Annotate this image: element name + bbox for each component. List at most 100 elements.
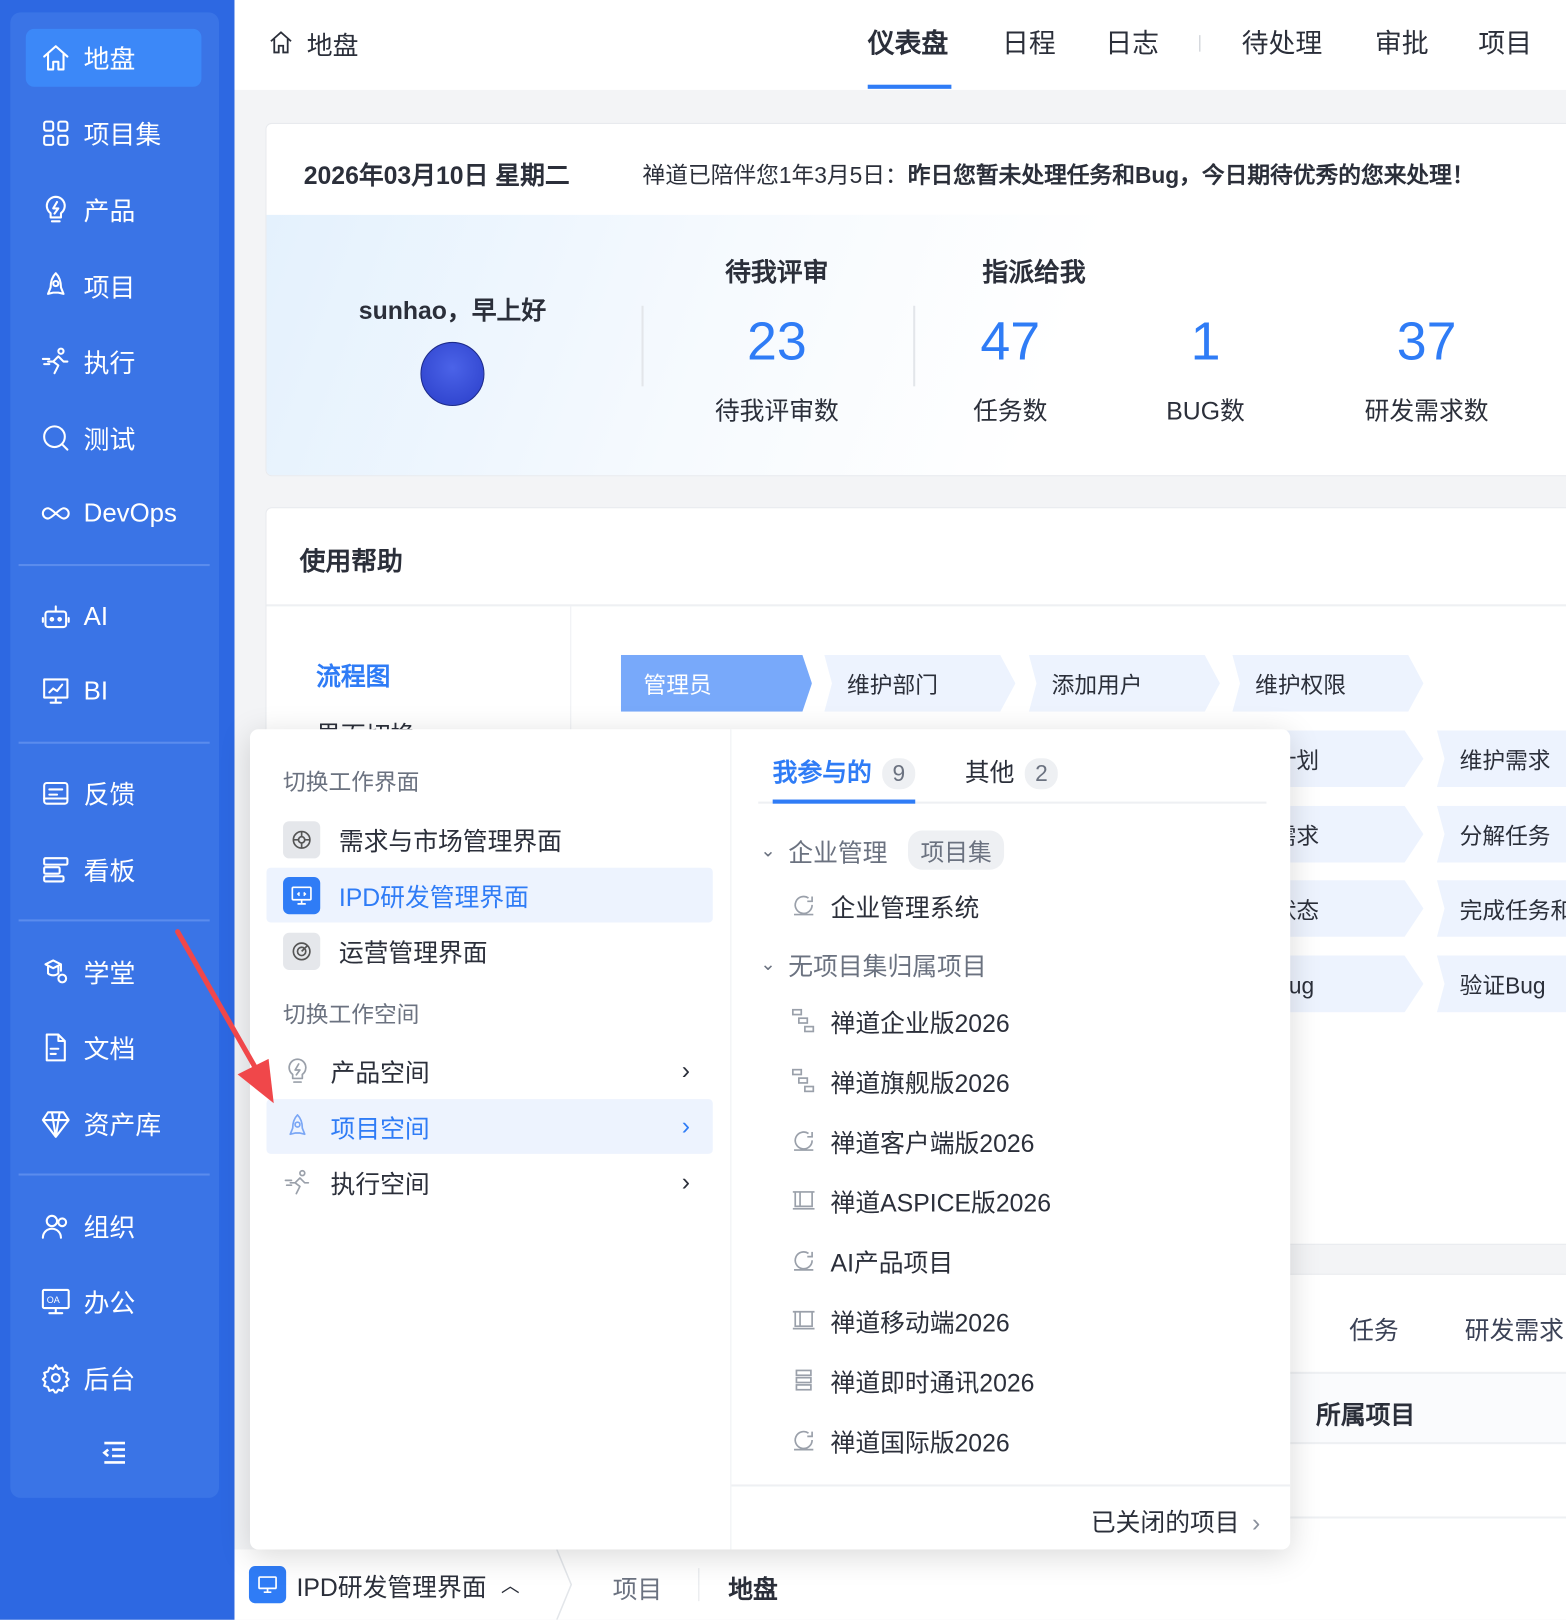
flow-step[interactable]: 维护需求 bbox=[1436, 730, 1566, 788]
project-item[interactable]: 禅道企业版2026 bbox=[789, 1000, 1010, 1041]
flow-step[interactable]: 完成任务和 bbox=[1436, 880, 1566, 937]
sidebar-item-15[interactable]: OA 办公 bbox=[26, 1273, 202, 1331]
project-item[interactable]: 禅道旗舰版2026 bbox=[789, 1060, 1010, 1101]
review-count[interactable]: 23 bbox=[747, 311, 807, 373]
bug-count[interactable]: 1 bbox=[1191, 311, 1221, 373]
group-no-program[interactable]: ⌄ 无项目集归属项目 bbox=[760, 946, 986, 982]
sidebar-item-9[interactable]: 反馈 bbox=[26, 764, 202, 822]
avatar[interactable] bbox=[420, 341, 485, 406]
feedback-icon bbox=[43, 781, 69, 805]
kanban-icon bbox=[792, 1310, 815, 1330]
project-item[interactable]: 禅道国际版2026 bbox=[789, 1419, 1010, 1460]
tab-dashboard[interactable]: 仪表盘 bbox=[868, 23, 949, 61]
flow-step[interactable]: 验证Bug bbox=[1436, 955, 1566, 1013]
flow-step[interactable]: 分解任务 bbox=[1436, 805, 1566, 863]
tab-participated[interactable]: 我参与的 9 bbox=[772, 752, 916, 790]
rocket-icon bbox=[289, 1113, 306, 1135]
bottom-crumb-project[interactable]: 项目 bbox=[613, 1569, 663, 1605]
tab-approval[interactable]: 审批 bbox=[1375, 23, 1429, 61]
closed-projects-link[interactable]: 已关闭的项目 › bbox=[1091, 1502, 1260, 1538]
flow-step[interactable]: 管理员 bbox=[620, 654, 812, 712]
bottom-crumb-dashboard[interactable]: 地盘 bbox=[728, 1569, 778, 1605]
date-label: 2026年03月10日 星期二 bbox=[303, 162, 570, 191]
sidebar-item-8[interactable]: BI bbox=[26, 662, 202, 720]
interface-option-0[interactable]: 需求与市场管理界面 bbox=[267, 812, 713, 867]
group-label: 企业管理 bbox=[788, 839, 888, 868]
switcher-label: IPD研发管理界面 bbox=[296, 1573, 487, 1602]
divider bbox=[698, 1568, 700, 1602]
breadcrumb-separator bbox=[556, 1549, 573, 1620]
tab-stories[interactable]: 研发需求 bbox=[1465, 1310, 1564, 1346]
interface-switcher-button[interactable]: IPD研发管理界面 ︿ bbox=[248, 1556, 559, 1614]
flow-step[interactable]: 维护权限 bbox=[1232, 654, 1424, 712]
sidebar-item-14[interactable]: 组织 bbox=[26, 1197, 202, 1255]
sidebar-item-4[interactable]: 执行 bbox=[26, 333, 202, 391]
sidebar-item-1[interactable]: 项目集 bbox=[26, 104, 202, 162]
project-name: AI产品项目 bbox=[830, 1249, 954, 1278]
flow-step[interactable]: 维护部门 bbox=[824, 654, 1016, 712]
assigned-header: 指派给我 bbox=[982, 258, 1086, 288]
school-icon bbox=[44, 959, 68, 984]
sidebar-item-0[interactable]: 地盘 bbox=[25, 28, 202, 87]
project-name: 禅道即时通讯2026 bbox=[830, 1369, 1035, 1398]
top-header: 地盘 仪表盘 日程 日志 待处理 审批 项目 bbox=[234, 0, 1566, 90]
chevron-down-icon: ⌄ bbox=[760, 953, 776, 975]
breadcrumb[interactable]: 地盘 bbox=[307, 26, 359, 63]
sidebar-item-10[interactable]: 看板 bbox=[26, 841, 202, 899]
workspace-switcher-popup: 切换工作界面 切换工作空间 我参与的 9 其他 2 ⌄ 企业管理 项目集 ⌄ 无项目集归属… bbox=[249, 729, 1291, 1550]
sidebar-item-3[interactable]: 项目 bbox=[26, 257, 202, 315]
tab-todo[interactable]: 待处理 bbox=[1242, 23, 1323, 61]
flow-step[interactable]: 添加用户 bbox=[1028, 654, 1220, 712]
tab-tasks[interactable]: 任务 bbox=[1349, 1310, 1399, 1346]
svg-text:OA: OA bbox=[47, 1295, 60, 1305]
kanban-icon bbox=[43, 857, 69, 883]
group-enterprise[interactable]: ⌄ 企业管理 项目集 bbox=[760, 830, 1005, 870]
sidebar-item-2[interactable]: 产品 bbox=[26, 181, 202, 239]
sidebar: 地盘 项目集 产品 项目 执行 测试 DevOps AI BI 反馈 看板 学堂 文档 资产库 组织 OA 办公… bbox=[0, 0, 235, 1620]
interface-option-1[interactable]: IPD研发管理界面 bbox=[266, 867, 713, 923]
oa-icon: OA bbox=[41, 1288, 70, 1315]
monitor-icon bbox=[248, 1566, 287, 1604]
help-nav-flowchart[interactable]: 流程图 bbox=[316, 656, 390, 692]
project-item[interactable]: 禅道即时通讯2026 bbox=[789, 1359, 1034, 1400]
tab-projects[interactable]: 项目 bbox=[1478, 23, 1532, 61]
project-item[interactable]: 禅道移动端2026 bbox=[789, 1300, 1010, 1341]
collapse-sidebar-button[interactable] bbox=[99, 1438, 130, 1469]
project-item[interactable]: 禅道客户端版2026 bbox=[789, 1120, 1034, 1161]
sidebar-item-6[interactable]: DevOps bbox=[26, 484, 202, 542]
lightbulb-icon bbox=[45, 195, 66, 223]
interface-option-2[interactable]: 运营管理界面 bbox=[267, 924, 713, 979]
sidebar-item-label: 产品 bbox=[83, 197, 136, 227]
sidebar-item-label: 项目 bbox=[83, 273, 136, 303]
space-option-0[interactable]: 产品空间 › bbox=[267, 1043, 713, 1098]
sidebar-item-7[interactable]: AI bbox=[26, 588, 202, 646]
sidebar-item-label: 组织 bbox=[83, 1213, 136, 1243]
waterfall-icon bbox=[791, 1068, 815, 1093]
tab-other[interactable]: 其他 2 bbox=[965, 752, 1059, 790]
runner-icon bbox=[284, 1169, 310, 1194]
caret-up-icon: ︿ bbox=[501, 1575, 520, 1596]
project-item[interactable]: 禅道ASPICE版2026 bbox=[789, 1180, 1051, 1221]
tab-log[interactable]: 日志 bbox=[1105, 23, 1159, 61]
space-option-2[interactable]: 执行空间 › bbox=[267, 1155, 713, 1210]
story-count[interactable]: 37 bbox=[1397, 311, 1457, 373]
home-icon bbox=[43, 45, 69, 71]
scrum-icon bbox=[794, 895, 814, 916]
sidebar-item-16[interactable]: 后台 bbox=[26, 1349, 202, 1407]
project-name: 禅道ASPICE版2026 bbox=[830, 1189, 1051, 1218]
tab-label: 我参与的 bbox=[772, 759, 872, 788]
project-item[interactable]: 企业管理系统 bbox=[789, 884, 979, 925]
scrum-icon bbox=[794, 1430, 814, 1451]
chevron-right-icon: › bbox=[681, 1056, 691, 1085]
project-name: 禅道企业版2026 bbox=[830, 1009, 1010, 1038]
bug-count-label: BUG数 bbox=[1166, 397, 1245, 426]
sidebar-item-5[interactable]: 测试 bbox=[26, 409, 202, 467]
chevron-right-icon: › bbox=[681, 1167, 691, 1196]
project-item[interactable]: AI产品项目 bbox=[789, 1240, 953, 1281]
kanban-icon bbox=[792, 1191, 815, 1210]
tab-schedule[interactable]: 日程 bbox=[1002, 23, 1056, 61]
sidebar-item-label: 后台 bbox=[83, 1365, 136, 1395]
space-option-1[interactable]: 项目空间 › bbox=[266, 1099, 713, 1154]
task-count[interactable]: 47 bbox=[980, 311, 1040, 373]
review-count-label: 待我评审数 bbox=[714, 397, 839, 426]
